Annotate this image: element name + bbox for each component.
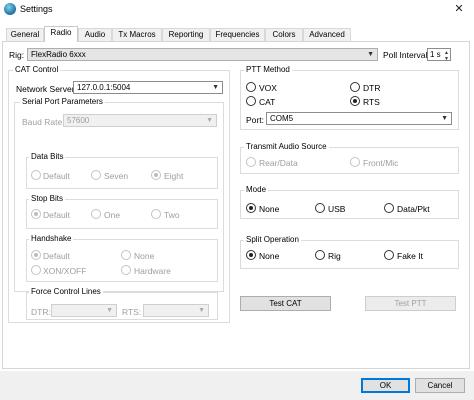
rig-label: Rig:	[9, 50, 25, 60]
ptt-dtr-radio[interactable]	[350, 82, 360, 92]
split-fake-it-label: Fake It	[397, 251, 423, 261]
data-bits-eight-radio[interactable]	[151, 170, 161, 180]
stop-bits-one-label: One	[104, 210, 121, 220]
spin-down-icon[interactable]: ▼	[444, 54, 449, 65]
chevron-down-icon: ▼	[367, 51, 374, 58]
mode-usb-radio[interactable]	[315, 203, 325, 213]
test-ptt-button[interactable]: Test PTT	[365, 296, 456, 311]
rts-label: RTS:	[122, 307, 142, 317]
network-server-value: 127.0.0.1:5004	[77, 83, 131, 92]
data-bits-default-radio[interactable]	[31, 170, 41, 180]
rts-select[interactable]: ▼	[143, 304, 209, 317]
ok-button[interactable]: OK	[361, 378, 410, 393]
close-button[interactable]: ✕	[444, 0, 474, 20]
tab-reporting[interactable]: Reporting	[162, 28, 210, 41]
handshake-title: Handshake	[29, 234, 74, 244]
ptt-vox-label: VOX	[259, 83, 277, 93]
tab-audio[interactable]: Audio	[78, 28, 112, 41]
cat-control-title: CAT Control	[13, 65, 61, 75]
chevron-down-icon: ▼	[441, 115, 448, 122]
poll-interval-spinner[interactable]: 1 s ▲ ▼	[427, 48, 451, 62]
network-server-input[interactable]: 127.0.0.1:5004 ▼	[73, 81, 223, 94]
ptt-vox-radio[interactable]	[246, 82, 256, 92]
poll-interval-value: 1 s	[430, 50, 441, 59]
audio-front-mic-radio[interactable]	[350, 157, 360, 167]
stop-bits-default-radio[interactable]	[31, 209, 41, 219]
rig-select-value: FlexRadio 6xxx	[31, 50, 86, 59]
handshake-default-label: Default	[43, 251, 70, 261]
split-none-label: None	[259, 251, 280, 261]
close-icon: ✕	[454, 3, 464, 15]
cancel-button[interactable]: Cancel	[415, 378, 465, 393]
mode-none-label: None	[259, 204, 280, 214]
audio-front-mic-label: Front/Mic	[363, 158, 399, 168]
mode-title: Mode	[244, 185, 269, 195]
dtr-label: DTR:	[31, 307, 51, 317]
mode-data-pkt-radio[interactable]	[384, 203, 394, 213]
mode-data-pkt-label: Data/Pkt	[397, 204, 430, 214]
force-control-lines-title: Force Control Lines	[29, 287, 103, 297]
dtr-select[interactable]: ▼	[51, 304, 117, 317]
network-server-label: Network Server:	[16, 84, 77, 94]
split-rig-radio[interactable]	[315, 250, 325, 260]
ptt-method-title: PTT Method	[244, 65, 292, 75]
stop-bits-two-label: Two	[164, 210, 180, 220]
ptt-rts-radio[interactable]	[350, 96, 360, 106]
ptt-dtr-label: DTR	[363, 83, 381, 93]
data-bits-seven-label: Seven	[104, 171, 129, 181]
window-title: Settings	[20, 4, 53, 14]
handshake-hardware-label: Hardware	[134, 266, 171, 276]
handshake-none-label: None	[134, 251, 155, 261]
baud-rate-value: 57600	[67, 116, 90, 125]
port-select[interactable]: COM5 ▼	[266, 112, 452, 125]
stop-bits-two-radio[interactable]	[151, 209, 161, 219]
data-bits-title: Data Bits	[29, 152, 66, 162]
chevron-down-icon: ▼	[198, 307, 205, 314]
ptt-rts-label: RTS	[363, 97, 380, 107]
rig-select[interactable]: FlexRadio 6xxx ▼	[27, 48, 378, 61]
port-select-value: COM5	[270, 114, 294, 123]
handshake-default-radio[interactable]	[31, 250, 41, 260]
poll-interval-label: Poll Interval:	[383, 50, 430, 60]
baud-rate-select[interactable]: 57600 ▼	[63, 114, 217, 127]
port-label: Port:	[246, 115, 264, 125]
app-icon	[4, 3, 16, 15]
split-none-radio[interactable]	[246, 250, 256, 260]
data-bits-eight-label: Eight	[164, 171, 184, 181]
chevron-down-icon: ▼	[212, 84, 219, 91]
handshake-hardware-radio[interactable]	[121, 265, 131, 275]
transmit-audio-title: Transmit Audio Source	[244, 142, 329, 152]
tab-radio[interactable]: Radio	[44, 26, 78, 42]
split-fake-it-radio[interactable]	[384, 250, 394, 260]
serial-port-title: Serial Port Parameters	[20, 97, 105, 107]
stop-bits-one-radio[interactable]	[91, 209, 101, 219]
handshake-xonxoff-label: XON/XOFF	[43, 266, 87, 276]
tab-tx-macros[interactable]: Tx Macros	[112, 28, 162, 41]
chevron-down-icon: ▼	[206, 117, 213, 124]
ptt-cat-radio[interactable]	[246, 96, 256, 106]
split-operation-title: Split Operation	[244, 235, 301, 245]
tab-advanced[interactable]: Advanced	[303, 28, 351, 41]
data-bits-seven-radio[interactable]	[91, 170, 101, 180]
tab-colors[interactable]: Colors	[265, 28, 303, 41]
title-bar	[0, 0, 474, 20]
mode-usb-label: USB	[328, 204, 346, 214]
tab-general[interactable]: General	[6, 28, 44, 41]
mode-none-radio[interactable]	[246, 203, 256, 213]
data-bits-default-label: Default	[43, 171, 70, 181]
audio-rear-data-label: Rear/Data	[259, 158, 298, 168]
handshake-none-radio[interactable]	[121, 250, 131, 260]
stop-bits-default-label: Default	[43, 210, 70, 220]
stop-bits-title: Stop Bits	[29, 194, 66, 204]
test-cat-button[interactable]: Test CAT	[240, 296, 331, 311]
baud-rate-label: Baud Rate:	[22, 117, 65, 127]
handshake-xonxoff-radio[interactable]	[31, 265, 41, 275]
audio-rear-data-radio[interactable]	[246, 157, 256, 167]
split-rig-label: Rig	[328, 251, 341, 261]
ptt-cat-label: CAT	[259, 97, 276, 107]
chevron-down-icon: ▼	[106, 307, 113, 314]
tab-frequencies[interactable]: Frequencies	[210, 28, 265, 41]
